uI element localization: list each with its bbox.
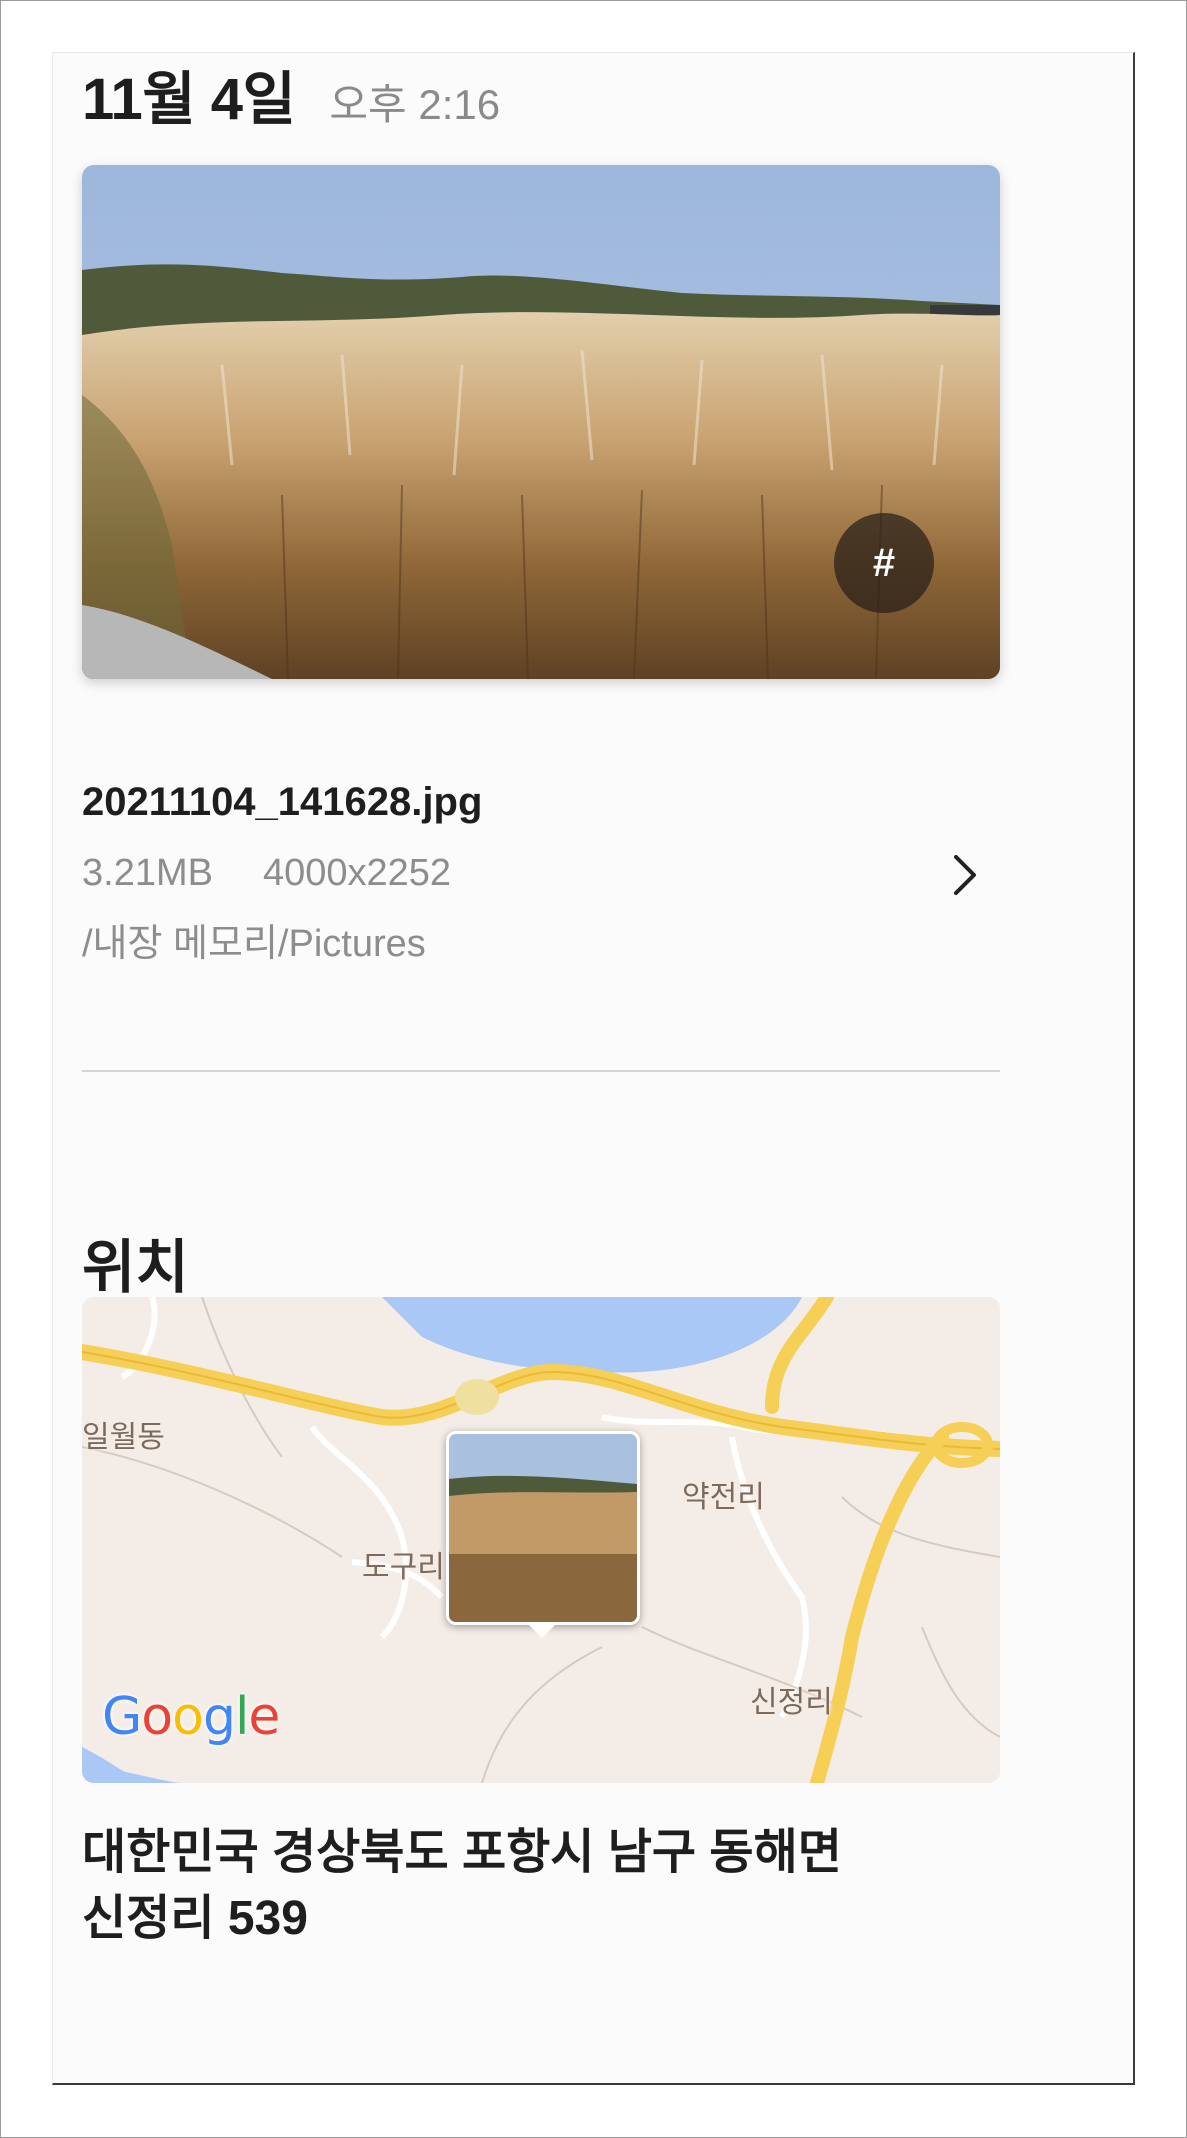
file-meta: 3.21MB 4000x2252 <box>82 852 451 895</box>
address-line-2: 신정리 539 <box>82 1892 308 1945</box>
photo-preview[interactable]: # <box>82 165 1000 679</box>
address-line-1: 대한민국 경상북도 포항시 남구 동해면 <box>82 1826 842 1879</box>
tag-button[interactable]: # <box>834 513 934 613</box>
map-label-sinjeong: 신정리 <box>750 1686 833 1719</box>
map-label-ilwol: 일월동 <box>82 1421 165 1454</box>
map-label-yakjeon: 약전리 <box>682 1481 765 1514</box>
capture-date: 11월 4일 <box>82 67 296 132</box>
file-path: /내장 메모리/Pictures <box>82 923 426 965</box>
file-resolution: 4000x2252 <box>262 852 452 894</box>
file-name: 20211104_141628.jpg <box>82 780 483 824</box>
section-divider <box>82 1070 1000 1072</box>
location-address: 대한민국 경상북도 포항시 남구 동해면 신정리 539 <box>82 1820 1000 1952</box>
google-logo: Google <box>102 1687 280 1747</box>
location-map[interactable]: 일월동 약전리 도구리 신정리 Google <box>82 1297 1000 1783</box>
capture-time: 오후 2:16 <box>329 81 501 128</box>
file-size: 3.21MB <box>82 852 213 894</box>
chevron-right-icon[interactable] <box>940 840 990 910</box>
map-label-dogu: 도구리 <box>362 1551 445 1584</box>
map-photo-marker[interactable] <box>446 1431 640 1625</box>
marker-pointer <box>528 1624 556 1638</box>
file-info-row[interactable]: 20211104_141628.jpg 3.21MB 4000x2252 /내장… <box>82 780 1000 980</box>
details-header: 11월 4일 오후 2:16 <box>82 52 500 142</box>
marker-photo-image <box>449 1434 637 1622</box>
hashtag-icon: # <box>872 540 896 585</box>
location-title: 위치 <box>82 1235 189 1300</box>
